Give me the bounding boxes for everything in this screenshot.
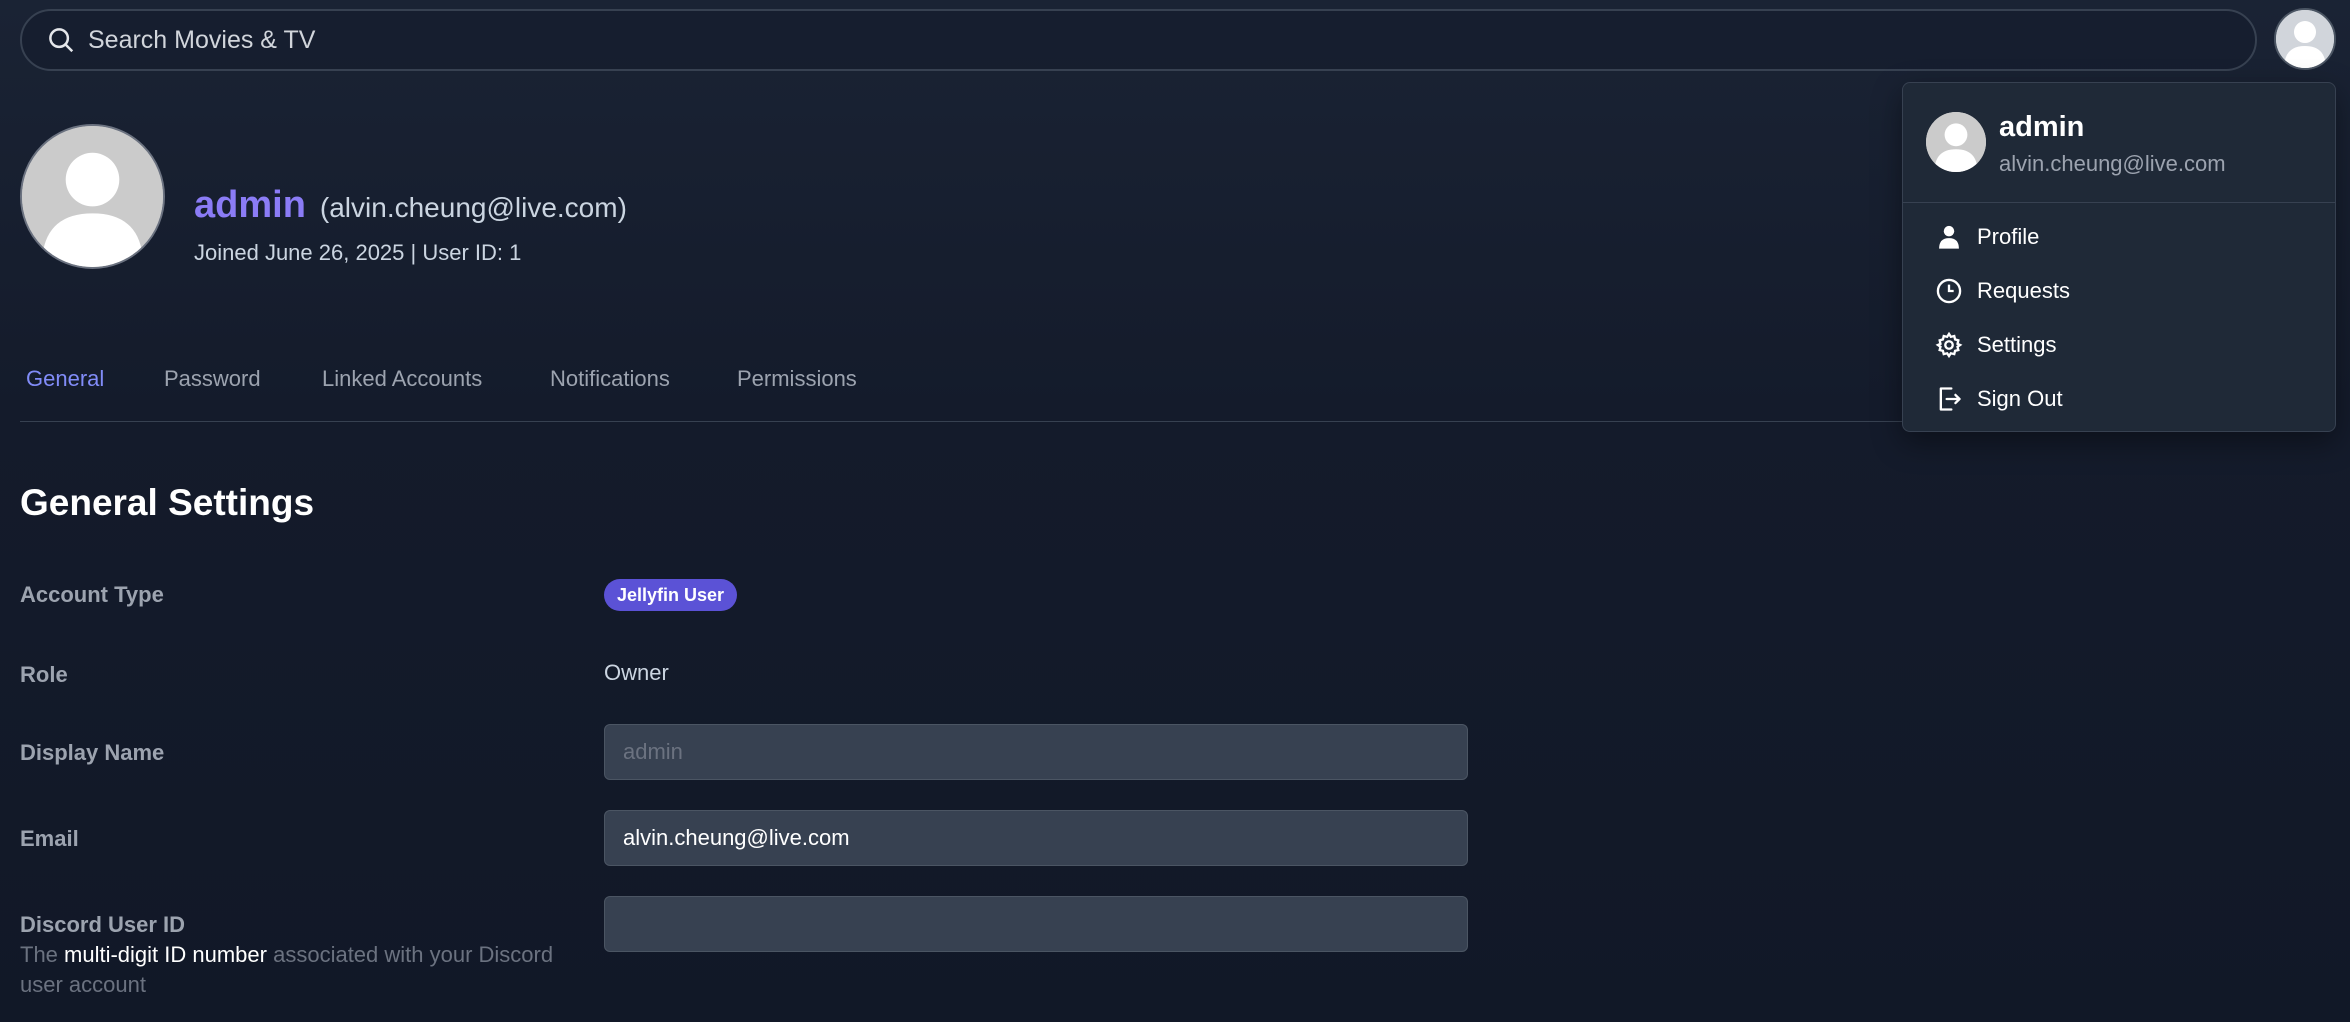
menu-item-label: Settings — [1977, 332, 2057, 357]
gear-icon — [1935, 331, 1963, 359]
search-icon — [46, 25, 76, 55]
role-value: Owner — [604, 660, 669, 685]
discord-id-description: The multi-digit ID number associated wit… — [20, 940, 590, 1000]
menu-avatar — [1926, 112, 1986, 172]
menu-item-sign-out[interactable]: Sign Out — [1903, 374, 2335, 424]
tab-linked-accounts[interactable]: Linked Accounts — [322, 366, 482, 392]
menu-item-profile[interactable]: Profile — [1903, 212, 2335, 262]
discord-id-label: Discord User ID — [20, 912, 186, 937]
display-name-label: Display Name — [20, 740, 165, 765]
profile-avatar — [20, 124, 165, 269]
menu-item-settings[interactable]: Settings — [1903, 320, 2335, 370]
email-input[interactable] — [604, 810, 1468, 866]
menu-username: admin — [1999, 111, 2085, 143]
profile-email: (alvin.cheung@live.com) — [319, 192, 627, 223]
tab-general[interactable]: General — [26, 366, 104, 392]
section-title: General Settings — [20, 482, 315, 523]
tab-notifications[interactable]: Notifications — [550, 366, 670, 392]
search-bar[interactable] — [20, 9, 2257, 71]
search-input[interactable] — [88, 25, 2255, 55]
user-dropdown-menu: admin alvin.cheung@live.com Profile Requ… — [1902, 82, 2336, 432]
user-menu-avatar-button[interactable] — [2274, 8, 2336, 70]
menu-item-label: Sign Out — [1977, 386, 2063, 411]
account-type-label: Account Type — [20, 582, 164, 607]
profile-username[interactable]: admin — [194, 184, 306, 227]
discord-desc-bold: multi-digit ID number — [64, 942, 267, 967]
role-label: Role — [20, 662, 68, 687]
discord-desc-pre: The — [20, 942, 65, 967]
email-label: Email — [20, 826, 79, 851]
profile-joined: Joined June 26, 2025 | User ID: 1 — [194, 240, 522, 265]
menu-item-label: Profile — [1977, 224, 2040, 249]
user-icon — [1935, 223, 1963, 251]
profile-name: admin (alvin.cheung@live.com) — [194, 184, 627, 227]
tab-password[interactable]: Password — [164, 366, 261, 392]
sign-out-icon — [1935, 385, 1963, 413]
clock-icon — [1935, 277, 1963, 305]
menu-item-requests[interactable]: Requests — [1903, 266, 2335, 316]
tab-permissions[interactable]: Permissions — [737, 366, 857, 392]
menu-email: alvin.cheung@live.com — [1999, 151, 2226, 176]
menu-item-label: Requests — [1977, 278, 2070, 303]
display-name-input[interactable] — [604, 724, 1468, 780]
discord-id-input[interactable] — [604, 896, 1468, 952]
menu-header: admin alvin.cheung@live.com — [1903, 83, 2335, 203]
account-type-badge: Jellyfin User — [604, 579, 738, 611]
